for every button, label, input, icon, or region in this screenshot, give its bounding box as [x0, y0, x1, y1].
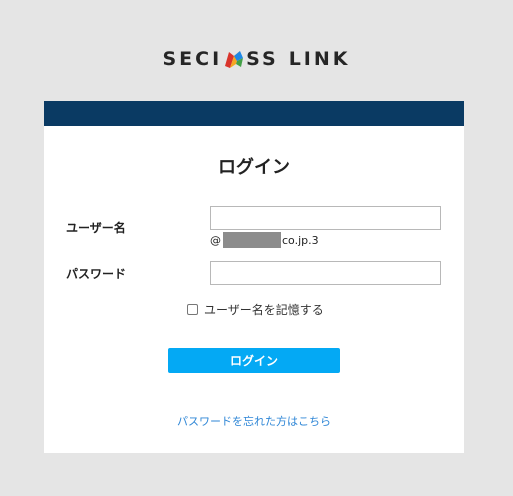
remember-label: ユーザー名を記憶する	[204, 303, 324, 317]
logo-text-link: LINK	[288, 48, 351, 70]
password-input[interactable]	[210, 261, 441, 285]
username-input[interactable]	[210, 206, 441, 230]
logo-mark-icon	[225, 51, 244, 68]
login-button[interactable]: ログイン	[168, 348, 340, 373]
domain-redaction	[223, 232, 281, 248]
remember-username[interactable]: ユーザー名を記憶する	[187, 301, 324, 318]
logo-text-left: SECI	[162, 48, 223, 70]
login-card: ログイン ユーザー名 @ co.jp.3 パスワード ユーザー名を記憶する ログ…	[44, 101, 464, 453]
login-title: ログイン	[218, 157, 290, 178]
domain-prefix: @	[210, 233, 221, 247]
domain-suffix: co.jp.3	[282, 233, 319, 247]
username-label: ユーザー名	[66, 221, 126, 235]
domain-hint: @ co.jp.3	[210, 232, 319, 248]
forgot-password-link[interactable]: パスワードを忘れた方はこちら	[44, 413, 464, 429]
logo-text-right: SS	[246, 48, 279, 70]
password-label: パスワード	[66, 267, 127, 281]
login-card-header-bar	[44, 101, 464, 126]
remember-checkbox[interactable]	[187, 304, 198, 315]
seciss-link-logo: SECI SS LINK	[0, 48, 513, 70]
